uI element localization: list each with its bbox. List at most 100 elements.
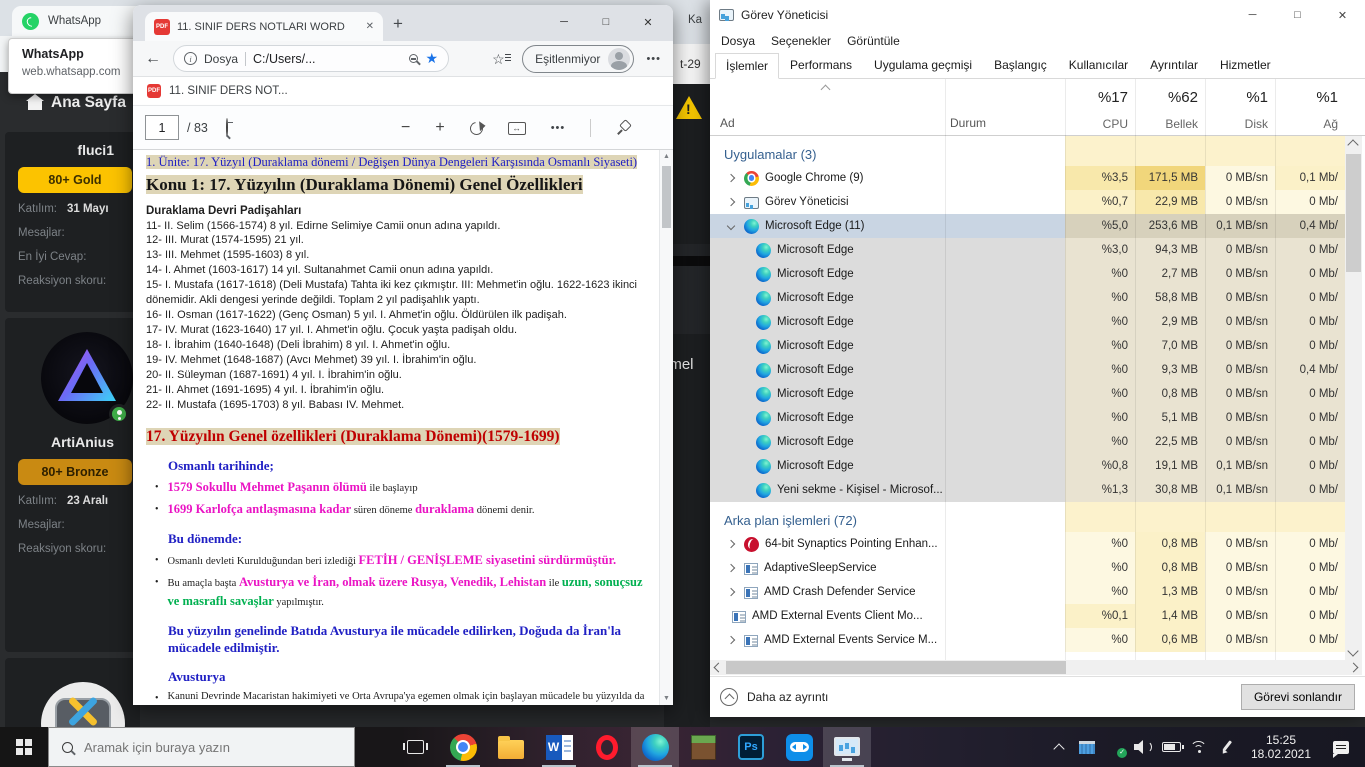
- column-header-memory[interactable]: %62 Bellek: [1135, 79, 1205, 136]
- expander-icon[interactable]: [726, 587, 736, 597]
- taskbar-minecraft[interactable]: [679, 727, 727, 767]
- minimize-button[interactable]: ─: [1230, 0, 1275, 30]
- taskbar-teamviewer[interactable]: [775, 727, 823, 767]
- defender-tray-icon[interactable]: ✓: [1103, 727, 1127, 767]
- column-header-cpu[interactable]: %17 CPU: [1065, 79, 1135, 136]
- process-row[interactable]: Microsoft Edge %0 0,8 MB 0 MB/sn 0 Mb/: [710, 382, 1345, 406]
- tab-uygulama-geçmişi[interactable]: Uygulama geçmişi: [863, 52, 983, 78]
- rotate-icon[interactable]: [467, 118, 486, 138]
- zoom-out-icon[interactable]: [409, 54, 419, 63]
- tab-i̇şlemler[interactable]: İşlemler: [715, 53, 780, 79]
- battery-icon[interactable]: [1159, 727, 1184, 767]
- pin-icon[interactable]: [616, 121, 630, 135]
- fit-width-icon[interactable]: ↔: [507, 121, 526, 135]
- tray-expand-button[interactable]: [1047, 727, 1071, 767]
- process-row[interactable]: Google Chrome (9) %3,5 171,5 MB 0 MB/sn 0,1 …: [710, 166, 1345, 190]
- minimize-button[interactable]: ─: [543, 5, 585, 39]
- process-row[interactable]: Microsoft Edge %0 9,3 MB 0 MB/sn 0,4 Mb/: [710, 358, 1345, 382]
- zoom-in-button[interactable]: +: [435, 119, 444, 137]
- tab-kullanıcılar[interactable]: Kullanıcılar: [1058, 52, 1139, 78]
- pdf-search-icon[interactable]: [225, 117, 228, 137]
- process-row[interactable]: AMD External Events Service M... %0 0,6 MB…: [710, 628, 1345, 652]
- expander-icon[interactable]: [726, 635, 736, 645]
- process-group-header[interactable]: Arka plan işlemleri (72): [710, 502, 1345, 532]
- tab-hizmetler[interactable]: Hizmetler: [1209, 52, 1282, 78]
- process-row[interactable]: Microsoft Edge %0 22,5 MB 0 MB/sn 0 Mb/: [710, 430, 1345, 454]
- taskbar-task-manager[interactable]: [823, 727, 871, 767]
- horizontal-scrollbar[interactable]: [710, 660, 1362, 675]
- task-view-button[interactable]: [391, 727, 439, 767]
- volume-icon[interactable]: [1131, 727, 1155, 767]
- less-details-label[interactable]: Daha az ayrıntı: [747, 690, 828, 704]
- back-button[interactable]: ←: [145, 50, 161, 68]
- scroll-down-icon[interactable]: [1347, 645, 1359, 657]
- process-row[interactable]: AMD External Events Client Mo... %0,1 1,4 …: [710, 604, 1345, 628]
- process-row[interactable]: Microsoft Edge %0 58,8 MB 0 MB/sn 0 Mb/: [710, 286, 1345, 310]
- zoom-out-button[interactable]: −: [401, 119, 410, 137]
- menu-item[interactable]: Seçenekler: [763, 34, 839, 48]
- expander-icon[interactable]: [726, 539, 736, 549]
- favorite-star-icon[interactable]: ★: [425, 50, 438, 67]
- process-row[interactable]: Microsoft Edge %3,0 94,3 MB 0 MB/sn 0 Mb/: [710, 238, 1345, 262]
- wifi-icon[interactable]: [1187, 727, 1211, 767]
- address-url[interactable]: C:/Users/...: [253, 52, 402, 66]
- process-row[interactable]: AdaptiveSleepService %0 0,8 MB 0 MB/sn 0 Mb/: [710, 556, 1345, 580]
- scrollbar-thumb[interactable]: [1346, 154, 1361, 272]
- scrollbar-thumb[interactable]: [726, 661, 1066, 674]
- process-row[interactable]: Microsoft Edge %0,8 19,1 MB 0,1 MB/sn 0 Mb/: [710, 454, 1345, 478]
- collections-icon[interactable]: ☆: [492, 51, 512, 67]
- scroll-up-icon[interactable]: ▲: [663, 153, 670, 160]
- end-task-button[interactable]: Görevi sonlandır: [1240, 684, 1355, 710]
- start-button[interactable]: [0, 727, 48, 767]
- taskbar-photoshop[interactable]: Ps: [727, 727, 775, 767]
- info-icon[interactable]: i: [184, 52, 197, 65]
- taskbar-opera[interactable]: [583, 727, 631, 767]
- maximize-button[interactable]: □: [585, 5, 627, 39]
- taskbar-search[interactable]: [48, 727, 355, 767]
- process-row[interactable]: Microsoft Edge %0 7,0 MB 0 MB/sn 0 Mb/: [710, 334, 1345, 358]
- scroll-right-icon[interactable]: [1348, 662, 1359, 673]
- new-tab-button[interactable]: +: [393, 14, 403, 34]
- column-header-name[interactable]: Ad: [720, 116, 735, 130]
- notifications-button[interactable]: [1323, 727, 1359, 767]
- expander-icon[interactable]: [726, 221, 736, 231]
- expander-icon[interactable]: [726, 173, 736, 183]
- tab-başlangıç[interactable]: Başlangıç: [983, 52, 1058, 78]
- profile-button[interactable]: Eşitlenmiyor: [522, 44, 635, 73]
- process-row[interactable]: Görev Yöneticisi %0,7 22,9 MB 0 MB/sn 0 Mb/: [710, 190, 1345, 214]
- pen-icon[interactable]: [1215, 727, 1239, 767]
- page-number-input[interactable]: [145, 115, 179, 140]
- scroll-down-icon[interactable]: ▼: [663, 695, 670, 702]
- search-input[interactable]: [84, 739, 314, 755]
- expander-icon[interactable]: [726, 197, 736, 207]
- process-row[interactable]: AMD Crash Defender Service %0 1,3 MB 0 MB/s…: [710, 580, 1345, 604]
- taskbar-edge[interactable]: [631, 727, 679, 767]
- address-bar[interactable]: i Dosya C:/Users/... ★: [173, 45, 449, 72]
- avatar[interactable]: [41, 332, 133, 424]
- column-header-network[interactable]: %1 Ağ: [1275, 79, 1345, 136]
- scroll-up-icon[interactable]: [1347, 139, 1359, 151]
- menu-item[interactable]: Dosya: [713, 34, 763, 48]
- tab-ayrıntılar[interactable]: Ayrıntılar: [1139, 52, 1209, 78]
- close-button[interactable]: ✕: [1320, 0, 1365, 30]
- pdf-more-icon[interactable]: •••: [551, 122, 566, 134]
- menu-dots-icon[interactable]: •••: [646, 53, 661, 65]
- taskbar-file-explorer[interactable]: [487, 727, 535, 767]
- vertical-scrollbar[interactable]: [1345, 136, 1362, 660]
- taskbar-chrome[interactable]: [439, 727, 487, 767]
- tab-close-icon[interactable]: ✕: [366, 21, 374, 32]
- process-row[interactable]: Microsoft Edge %0 2,7 MB 0 MB/sn 0 Mb/: [710, 262, 1345, 286]
- process-row[interactable]: Microsoft Edge %0 5,1 MB 0 MB/sn 0 Mb/: [710, 406, 1345, 430]
- bookmark-item[interactable]: 11. SINIF DERS NOT...: [169, 85, 288, 97]
- scroll-left-icon[interactable]: [713, 662, 724, 673]
- close-button[interactable]: ✕: [627, 5, 669, 39]
- pdf-scrollbar[interactable]: ▲ ▼: [659, 150, 673, 705]
- process-row[interactable]: 64-bit Synaptics Pointing Enhan... %0 0,8 …: [710, 532, 1345, 556]
- process-group-header[interactable]: Uygulamalar (3): [710, 136, 1345, 166]
- tab-performans[interactable]: Performans: [779, 52, 863, 78]
- touchpad-tray-icon[interactable]: [1075, 727, 1099, 767]
- process-row[interactable]: Microsoft Edge %0 2,9 MB 0 MB/sn 0 Mb/: [710, 310, 1345, 334]
- username[interactable]: fluci1: [5, 132, 140, 158]
- process-row[interactable]: Microsoft Edge (11) %5,0 253,6 MB 0,1 MB/sn…: [710, 214, 1345, 238]
- menu-item[interactable]: Görüntüle: [839, 34, 908, 48]
